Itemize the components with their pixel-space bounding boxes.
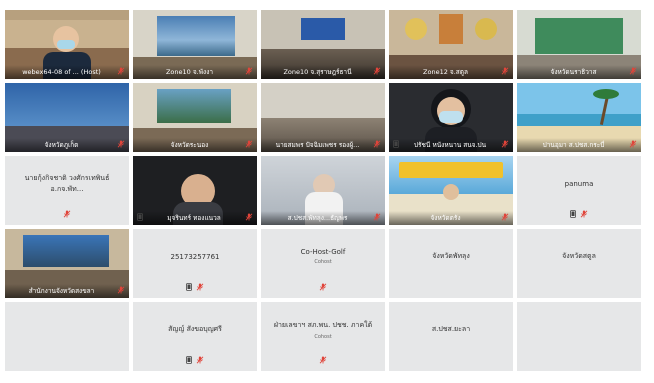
mic-muted-icon[interactable] [501, 140, 509, 150]
grid-row: สัญญ์ สังขอบุญศรี ฝ่ายเลขาฯ สภ.พน. ปชช. ภ… [5, 302, 645, 371]
participant-name-bar: จังหวัดระนอง [133, 138, 257, 152]
participant-name: สัญญ์ สังขอบุญศรี [168, 325, 222, 333]
participant-name: Zone10 จ.พังงา [165, 68, 214, 76]
participant-tile[interactable]: จังหวัดตรัง [389, 156, 513, 225]
participant-name: ปานอุมา ส.ปชส.กระบี่ [542, 141, 605, 149]
mic-muted-icon[interactable] [117, 67, 125, 77]
participant-name: Zone12 จ.สตูล [423, 68, 468, 76]
participant-name: Co-Host-Golf [300, 248, 346, 256]
participant-name: ฝ่ายเลขาฯ สภ.พน. ปชช. ภาคใต้ [273, 320, 373, 329]
mic-muted-icon[interactable] [501, 213, 509, 223]
participant-name: นายสมพร ปัจฉิมเพชร รองผู้... [275, 141, 360, 149]
participant-name: จังหวัดนราธิวาส [550, 68, 597, 76]
participant-name-bar: ปรัชนี หนังหนาน สนจ.ปน [389, 138, 513, 152]
participant-tile[interactable]: webex64-08 of ... (Host) [5, 10, 129, 79]
mic-muted-icon[interactable] [245, 213, 253, 223]
empty-tile [5, 302, 129, 371]
participant-name: panuma [564, 179, 594, 188]
participant-tile[interactable]: จังหวัดภูเก็ต [5, 83, 129, 152]
mic-muted-icon[interactable] [373, 67, 381, 77]
participant-tile[interactable]: ฝ่ายเลขาฯ สภ.พน. ปชช. ภาคใต้ Cohost [261, 302, 385, 371]
participant-tile[interactable]: Zone10 จ.สุราษฎร์ธานี [261, 10, 385, 79]
participant-name: จังหวัดสตูล [562, 252, 596, 260]
participant-name: มุจรินทร์ ทองแนวล [167, 214, 221, 222]
participant-name-bar: จังหวัดนราธิวาส [517, 65, 641, 79]
participant-name: 25173257761 [170, 252, 220, 261]
participant-name: ส.ปชส.ยะลา [431, 325, 471, 333]
participant-grid: webex64-08 of ... (Host) Zone10 จ.พังงา Zo… [5, 10, 645, 375]
participant-name-bar: webex64-08 of ... (Host) [5, 65, 129, 79]
mic-muted-icon[interactable] [245, 67, 253, 77]
participant-name-bar: ปานอุมา ส.ปชส.กระบี่ [517, 138, 641, 152]
grid-row: จังหวัดภูเก็ต จังหวัดระนอง นายสมพร ปัจฉิมเ… [5, 83, 645, 152]
participant-name: webex64-08 of ... (Host) [22, 68, 101, 76]
mic-muted-icon[interactable] [373, 213, 381, 223]
mic-muted-icon[interactable] [319, 349, 327, 368]
device-icon [137, 213, 143, 223]
device-icon [186, 276, 192, 295]
participant-tile[interactable]: ปรัชนี หนังหนาน สนจ.ปน [389, 83, 513, 152]
mic-muted-icon[interactable] [117, 140, 125, 150]
mic-muted-icon[interactable] [629, 140, 637, 150]
participant-tile[interactable]: จังหวัดสตูล [517, 229, 641, 298]
participant-name: Zone10 จ.สุราษฎร์ธานี [283, 68, 352, 76]
participant-tile[interactable]: 25173257761 [133, 229, 257, 298]
participant-name: สำนักงานจังหวัดสงขลา [28, 287, 95, 295]
participant-tile[interactable]: สำนักงานจังหวัดสงขลา [5, 229, 129, 298]
participant-name: ปรัชนี หนังหนาน สนจ.ปน [413, 141, 487, 149]
mic-muted-icon[interactable] [373, 140, 381, 150]
grid-row: สำนักงานจังหวัดสงขลา 25173257761 Co-Host-G… [5, 229, 645, 298]
participant-name-bar: จังหวัดตรัง [389, 211, 513, 225]
participant-name-bar: Zone10 จ.สุราษฎร์ธานี [261, 65, 385, 79]
grid-row: นายกุ้งกิจชาติ วงศักรเทพินธ์ อ.กจ.พัท...… [5, 156, 645, 225]
participant-tile[interactable]: จังหวัดนราธิวาส [517, 10, 641, 79]
participant-name: จังหวัดระนอง [170, 141, 209, 149]
participant-tile[interactable]: panuma [517, 156, 641, 225]
participant-name: จังหวัดพัทลุง [432, 252, 470, 260]
participant-name-bar: สำนักงานจังหวัดสงขลา [5, 284, 129, 298]
participant-tile[interactable]: ส.ปชส.ยะลา [389, 302, 513, 371]
participant-tile[interactable]: จังหวัดพัทลุง [389, 229, 513, 298]
participant-tile[interactable]: Co-Host-Golf Cohost [261, 229, 385, 298]
device-icon [570, 203, 576, 222]
mic-muted-icon[interactable] [319, 276, 327, 295]
device-icon [186, 349, 192, 368]
mic-muted-icon[interactable] [117, 286, 125, 296]
mic-muted-icon[interactable] [63, 203, 71, 222]
participant-tile[interactable]: จังหวัดระนอง [133, 83, 257, 152]
participant-name: จังหวัดตรัง [430, 214, 461, 222]
mic-muted-icon[interactable] [580, 203, 588, 222]
mic-muted-icon[interactable] [245, 140, 253, 150]
participant-role: Cohost [314, 259, 332, 265]
participant-tile[interactable]: ปานอุมา ส.ปชส.กระบี่ [517, 83, 641, 152]
participant-name-bar: มุจรินทร์ ทองแนวล [133, 211, 257, 225]
empty-tile [517, 302, 641, 371]
mic-muted-icon[interactable] [196, 276, 204, 295]
participant-tile[interactable]: นายสมพร ปัจฉิมเพชร รองผู้... [261, 83, 385, 152]
participant-name-bar: Zone12 จ.สตูล [389, 65, 513, 79]
participant-tile[interactable]: มุจรินทร์ ทองแนวล [133, 156, 257, 225]
device-icon [393, 140, 399, 150]
participant-name: จังหวัดภูเก็ต [44, 141, 79, 149]
participant-name-bar: จังหวัดภูเก็ต [5, 138, 129, 152]
participant-tile[interactable]: Zone12 จ.สตูล [389, 10, 513, 79]
participant-name-bar: Zone10 จ.พังงา [133, 65, 257, 79]
participant-tile[interactable]: ส.ปชส.พัทลุง...ธัญพร [261, 156, 385, 225]
participant-name-bar: นายสมพร ปัจฉิมเพชร รองผู้... [261, 138, 385, 152]
participant-tile[interactable]: สัญญ์ สังขอบุญศรี [133, 302, 257, 371]
participant-name: ส.ปชส.พัทลุง...ธัญพร [287, 214, 348, 222]
mic-muted-icon[interactable] [501, 67, 509, 77]
participant-tile[interactable]: นายกุ้งกิจชาติ วงศักรเทพินธ์ อ.กจ.พัท... [5, 156, 129, 225]
participant-role: Cohost [314, 333, 332, 340]
participant-name: นายกุ้งกิจชาติ วงศักรเทพินธ์ อ.กจ.พัท... [24, 173, 110, 193]
participant-tile[interactable]: Zone10 จ.พังงา [133, 10, 257, 79]
mic-muted-icon[interactable] [196, 349, 204, 368]
grid-row: webex64-08 of ... (Host) Zone10 จ.พังงา Zo… [5, 10, 645, 79]
mic-muted-icon[interactable] [629, 67, 637, 77]
participant-name-bar: ส.ปชส.พัทลุง...ธัญพร [261, 211, 385, 225]
